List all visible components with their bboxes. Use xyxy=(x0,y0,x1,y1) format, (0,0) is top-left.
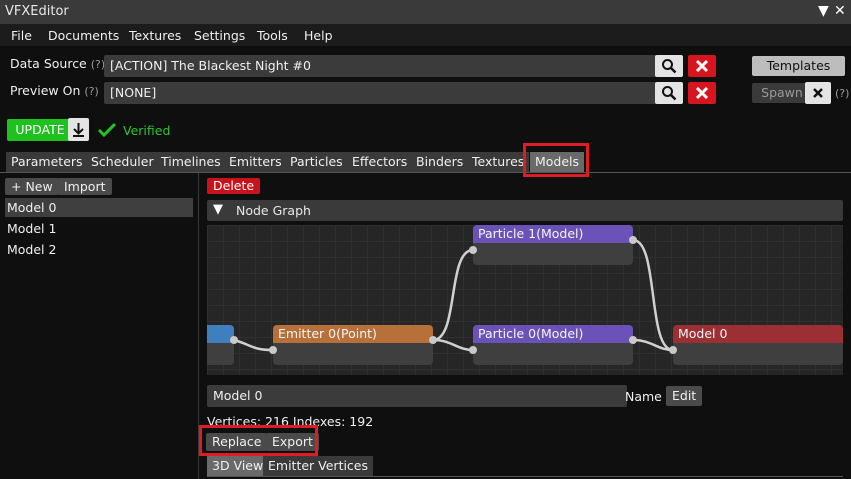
menu-documents[interactable]: Documents xyxy=(48,28,119,43)
search-icon xyxy=(662,59,677,74)
particle0-node[interactable]: Particle 0(Model) xyxy=(473,325,633,365)
source-node[interactable] xyxy=(207,325,234,365)
close-icon[interactable]: ✕ xyxy=(834,3,846,19)
collapse-icon: ▼ xyxy=(213,202,223,217)
search-icon xyxy=(662,86,677,101)
preview-clear-button[interactable] xyxy=(688,82,716,104)
node-graph-title: Node Graph xyxy=(236,203,311,218)
templates-button[interactable]: Templates xyxy=(752,56,845,76)
preview-on-field[interactable]: [NONE] xyxy=(104,82,657,104)
new-model-button[interactable]: + New xyxy=(5,178,59,195)
update-button[interactable]: UPDATE xyxy=(7,119,73,141)
node-graph-header[interactable]: ▼ Node Graph xyxy=(207,200,843,221)
node-port[interactable] xyxy=(230,336,238,344)
model-name-input[interactable]: Model 0 xyxy=(207,385,627,407)
node-port[interactable] xyxy=(629,236,637,244)
tab-effectors[interactable]: Effectors xyxy=(347,152,413,172)
close-icon xyxy=(813,88,823,98)
node-port[interactable] xyxy=(629,336,637,344)
subtab-3d-view[interactable]: 3D View xyxy=(207,456,269,476)
tab-particles[interactable]: Particles xyxy=(285,152,348,172)
edit-button[interactable]: Edit xyxy=(666,386,703,406)
emitter-node[interactable]: Emitter 0(Point) xyxy=(273,325,433,365)
menu-help[interactable]: Help xyxy=(304,28,333,43)
node-graph-canvas[interactable]: Emitter 0(Point) Particle 1(Model) Parti… xyxy=(207,225,843,375)
menu-file[interactable]: File xyxy=(11,28,32,43)
data-source-label: Data Source (?) xyxy=(10,56,106,71)
model-list-item[interactable]: Model 1 xyxy=(5,219,193,238)
model-list-item[interactable]: Model 2 xyxy=(5,240,193,259)
verified-status: Verified xyxy=(123,123,171,138)
close-icon xyxy=(695,86,709,100)
subtab-emitter-vertices[interactable]: Emitter Vertices xyxy=(263,456,374,476)
node-port[interactable] xyxy=(469,346,477,354)
menu-tools[interactable]: Tools xyxy=(257,28,288,43)
particle1-node[interactable]: Particle 1(Model) xyxy=(473,225,633,265)
model-node[interactable]: Model 0 xyxy=(673,325,843,365)
data-source-clear-button[interactable] xyxy=(688,55,716,77)
data-source-field[interactable]: [ACTION] The Blackest Night #0 xyxy=(104,55,657,77)
spawn-hint: (?) xyxy=(835,87,850,100)
node-port[interactable] xyxy=(269,346,277,354)
window-title: VFXEditor xyxy=(5,4,69,19)
replace-export-highlight xyxy=(199,425,318,456)
model-list-item[interactable]: Model 0 xyxy=(5,198,193,217)
menu-textures[interactable]: Textures xyxy=(129,28,181,43)
tab-parameters[interactable]: Parameters xyxy=(6,152,88,172)
tab-binders[interactable]: Binders xyxy=(411,152,469,172)
collapse-icon[interactable]: ▼ xyxy=(818,3,829,19)
preview-on-label: Preview On (?) xyxy=(10,83,99,98)
node-port[interactable] xyxy=(429,336,437,344)
spawn-button[interactable]: Spawn xyxy=(752,83,812,103)
tab-scheduler[interactable]: Scheduler xyxy=(86,152,159,172)
preview-search-button[interactable] xyxy=(655,82,683,104)
tab-timelines[interactable]: Timelines xyxy=(156,152,226,172)
tab-emitters[interactable]: Emitters xyxy=(224,152,287,172)
download-icon xyxy=(73,123,84,137)
download-button[interactable] xyxy=(68,118,89,141)
title-bar[interactable]: VFXEditor ▼ ✕ xyxy=(0,0,851,24)
data-source-search-button[interactable] xyxy=(655,55,683,77)
menu-settings[interactable]: Settings xyxy=(194,28,245,43)
import-model-button[interactable]: Import xyxy=(58,178,112,195)
tab-divider xyxy=(0,172,851,173)
subtab-divider xyxy=(207,476,843,477)
node-port[interactable] xyxy=(669,346,677,354)
node-port[interactable] xyxy=(469,246,477,254)
spawn-clear-button[interactable] xyxy=(805,82,831,104)
name-label: Name xyxy=(625,389,662,404)
close-icon xyxy=(695,59,709,73)
menu-bar: File Documents Textures Settings Tools H… xyxy=(0,24,851,46)
tab-textures[interactable]: Textures xyxy=(467,152,530,172)
delete-button[interactable]: Delete xyxy=(207,178,261,194)
check-icon xyxy=(97,122,117,138)
